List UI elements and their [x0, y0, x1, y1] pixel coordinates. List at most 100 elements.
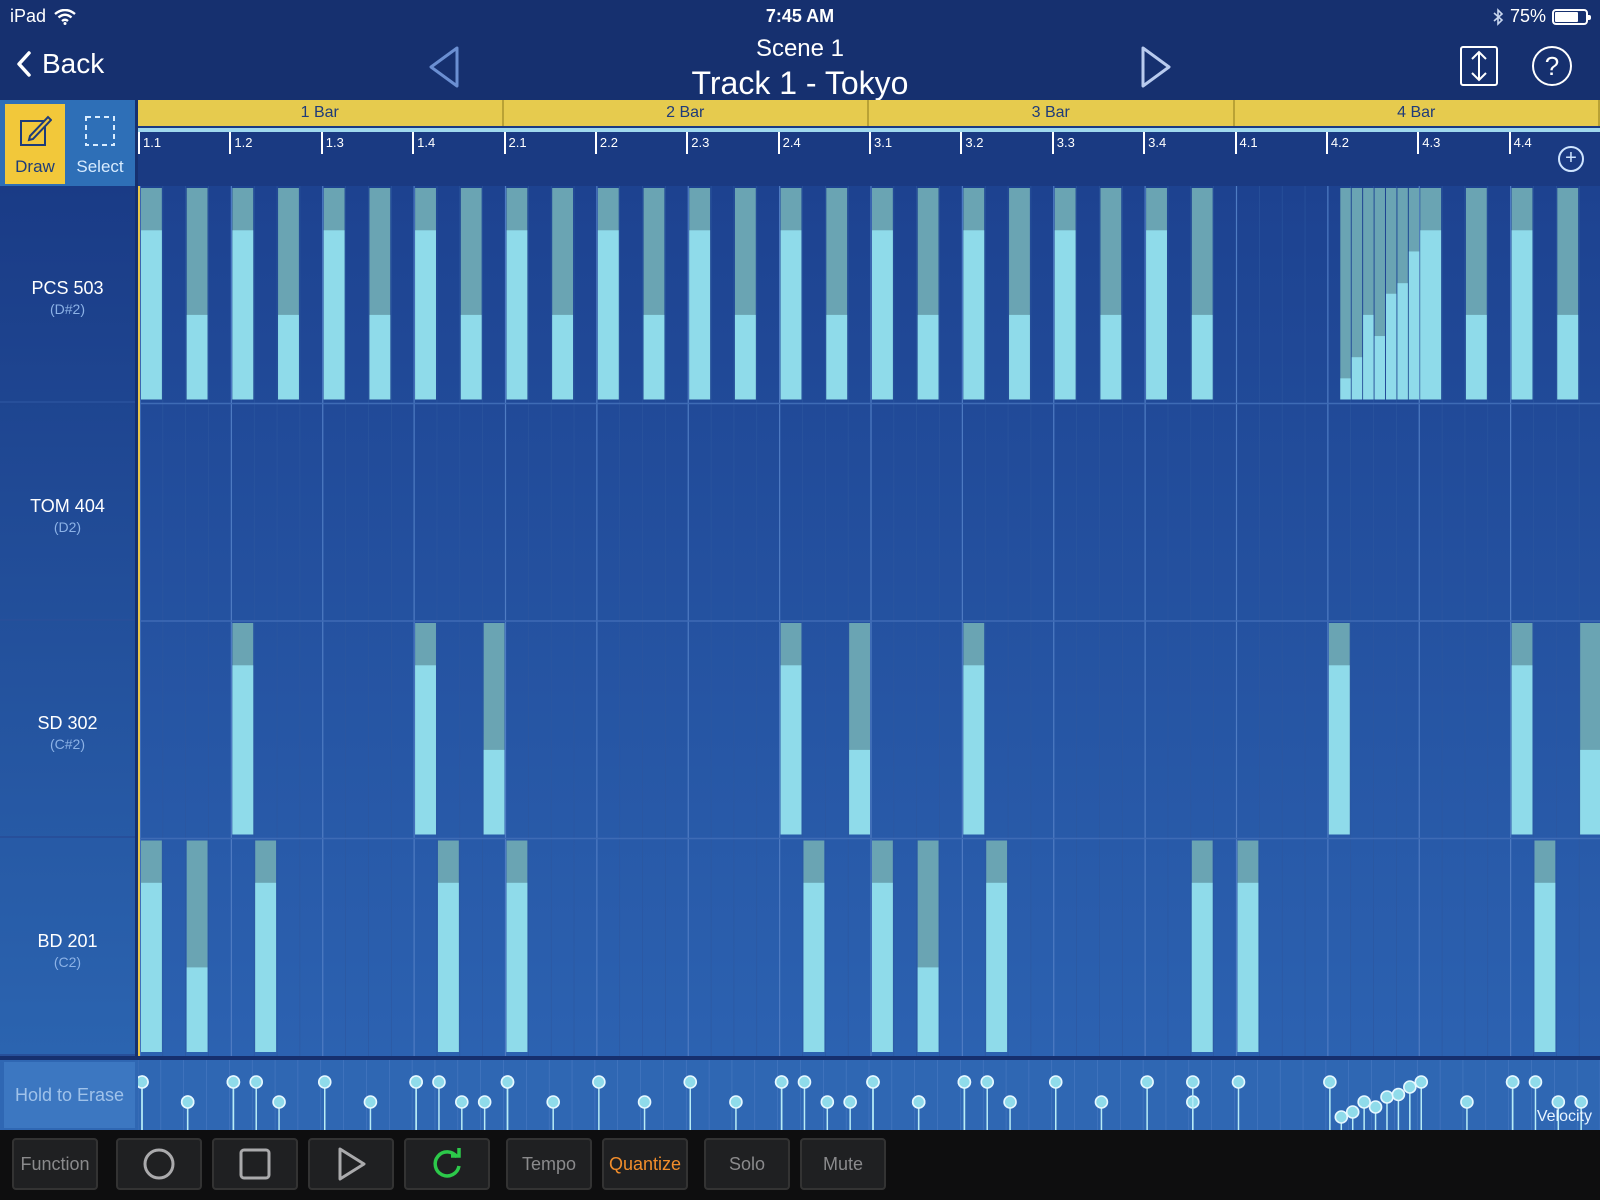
back-button[interactable]: Back [16, 48, 104, 80]
note-block[interactable] [1420, 188, 1442, 400]
help-button[interactable]: ? [1532, 46, 1572, 86]
note-block[interactable] [643, 188, 665, 400]
note-block[interactable] [803, 840, 825, 1053]
note-block[interactable] [483, 623, 505, 835]
note-block[interactable] [849, 623, 870, 835]
note-block[interactable] [986, 840, 1008, 1053]
velocity-handle[interactable] [1334, 1110, 1349, 1124]
next-scene-button[interactable] [1135, 42, 1175, 92]
velocity-handle[interactable] [1551, 1095, 1566, 1109]
note-block[interactable] [1363, 188, 1374, 400]
velocity-handle[interactable] [1357, 1095, 1371, 1109]
note-block[interactable] [1340, 188, 1351, 400]
hold-to-erase-button[interactable]: Hold to Erase [4, 1062, 135, 1128]
note-block[interactable] [186, 840, 208, 1053]
velocity-handle[interactable] [797, 1075, 812, 1089]
note-block[interactable] [232, 623, 254, 835]
step-grid[interactable] [138, 186, 1600, 1056]
note-block[interactable] [255, 840, 277, 1053]
note-block[interactable] [826, 188, 848, 400]
velocity-handle[interactable] [911, 1095, 926, 1109]
velocity-handle[interactable] [866, 1075, 880, 1089]
velocity-handle[interactable] [363, 1095, 378, 1109]
velocity-handle[interactable] [843, 1095, 857, 1109]
velocity-handle[interactable] [1505, 1075, 1520, 1089]
note-block[interactable] [278, 188, 299, 400]
note-block[interactable] [1100, 188, 1122, 400]
velocity-handle[interactable] [226, 1075, 241, 1089]
note-block[interactable] [460, 188, 482, 400]
step-grid-canvas[interactable] [140, 186, 1600, 1056]
add-bar-button[interactable]: + [1558, 146, 1584, 172]
velocity-handle[interactable] [249, 1075, 264, 1089]
note-block[interactable] [1534, 840, 1556, 1053]
note-block[interactable] [1237, 840, 1259, 1053]
tempo-button[interactable]: Tempo [506, 1138, 592, 1190]
draw-tool-button[interactable]: Draw [5, 104, 65, 184]
note-block[interactable] [872, 188, 893, 400]
velocity-handle[interactable] [272, 1095, 286, 1109]
track-label[interactable]: BD 201 (C2) [0, 839, 135, 1056]
note-block[interactable] [415, 623, 436, 835]
select-tool-button[interactable]: Select [70, 104, 130, 184]
note-block[interactable] [552, 188, 574, 400]
note-block[interactable] [1328, 623, 1350, 835]
velocity-handle[interactable] [1528, 1075, 1543, 1089]
note-block[interactable] [506, 188, 528, 400]
quantize-button[interactable]: Quantize [602, 1138, 688, 1190]
note-block[interactable] [963, 623, 985, 835]
function-button[interactable]: Function [12, 1138, 98, 1190]
velocity-handle[interactable] [729, 1095, 743, 1109]
solo-button[interactable]: Solo [704, 1138, 790, 1190]
velocity-handle[interactable] [1003, 1095, 1017, 1109]
velocity-handle[interactable] [1140, 1075, 1154, 1089]
velocity-handle[interactable] [455, 1095, 469, 1109]
velocity-handle[interactable] [1094, 1095, 1109, 1109]
velocity-handle[interactable] [820, 1095, 835, 1109]
note-block[interactable] [1465, 188, 1487, 400]
velocity-handle[interactable] [683, 1075, 698, 1089]
track-label[interactable]: TOM 404 (D2) [0, 404, 135, 621]
velocity-handle[interactable] [180, 1095, 195, 1109]
note-block[interactable] [437, 840, 459, 1053]
mute-button[interactable]: Mute [800, 1138, 886, 1190]
velocity-handle[interactable] [1574, 1095, 1588, 1109]
record-button[interactable] [116, 1138, 202, 1190]
note-block[interactable] [780, 188, 802, 400]
note-block[interactable] [232, 188, 254, 400]
note-block[interactable] [1351, 188, 1363, 400]
velocity-handle[interactable] [500, 1075, 515, 1089]
note-block[interactable] [1054, 188, 1076, 400]
note-block[interactable] [141, 840, 162, 1053]
note-block[interactable] [597, 188, 619, 400]
note-block[interactable] [1397, 188, 1408, 400]
note-block[interactable] [872, 840, 893, 1053]
note-block[interactable] [1385, 188, 1397, 400]
note-block[interactable] [506, 840, 528, 1053]
velocity-editor[interactable] [138, 1060, 1600, 1130]
note-block[interactable] [1146, 188, 1167, 400]
velocity-handle[interactable] [432, 1075, 446, 1089]
timeline-ruler[interactable]: 1 Bar 2 Bar 3 Bar 4 Bar 1.1 1.2 1.3 1.4 2.1 2.2 2… [138, 100, 1600, 186]
note-block[interactable] [963, 188, 985, 400]
velocity-handle[interactable] [1460, 1095, 1474, 1109]
velocity-handle[interactable] [980, 1075, 995, 1089]
velocity-handle[interactable] [957, 1075, 972, 1089]
velocity-handle[interactable] [1380, 1090, 1394, 1104]
velocity-handle[interactable] [1231, 1075, 1246, 1089]
note-block[interactable] [141, 188, 162, 400]
velocity-handle[interactable] [409, 1075, 423, 1089]
note-block[interactable] [689, 188, 711, 400]
stop-button[interactable] [212, 1138, 298, 1190]
note-block[interactable] [917, 188, 939, 400]
expand-view-button[interactable] [1460, 46, 1498, 86]
velocity-handle[interactable] [1345, 1105, 1360, 1119]
note-block[interactable] [1374, 188, 1385, 400]
previous-scene-button[interactable] [425, 42, 465, 92]
velocity-handle[interactable] [1368, 1100, 1383, 1114]
note-block[interactable] [1191, 840, 1213, 1053]
note-block[interactable] [1580, 623, 1600, 835]
loop-button[interactable] [404, 1138, 490, 1190]
note-block[interactable] [734, 188, 756, 400]
velocity-handle[interactable] [1414, 1075, 1429, 1089]
